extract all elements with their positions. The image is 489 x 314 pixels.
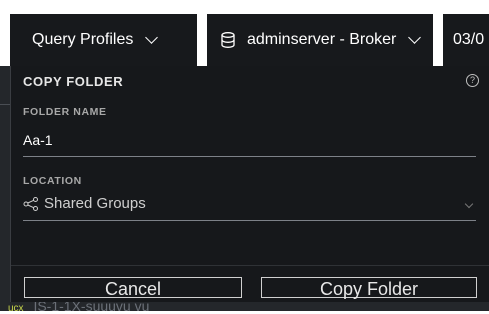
chevron-down-icon bbox=[145, 31, 159, 44]
dialog-title: COPY FOLDER bbox=[23, 74, 124, 89]
folder-name-label: FOLDER NAME bbox=[23, 106, 107, 118]
folder-name-input[interactable]: Aa-1 bbox=[23, 132, 53, 148]
query-profiles-dropdown[interactable]: Query Profiles bbox=[10, 14, 197, 66]
date-label: 03/0 bbox=[453, 31, 485, 48]
query-profiles-label: Query Profiles bbox=[32, 31, 134, 48]
location-value: Shared Groups bbox=[44, 195, 146, 212]
background-divider bbox=[0, 104, 10, 105]
database-icon bbox=[221, 32, 235, 48]
cancel-button[interactable]: Cancel bbox=[24, 277, 242, 299]
chevron-down-icon bbox=[408, 31, 422, 44]
chevron-down-icon bbox=[464, 199, 474, 209]
background-row-tag: ucx bbox=[8, 303, 24, 314]
topbar: Query Profiles adminserver - Broker 03/0 bbox=[0, 0, 489, 66]
help-icon[interactable]: ? bbox=[466, 74, 479, 87]
date-range-button[interactable]: 03/0 bbox=[443, 14, 489, 66]
copy-folder-button[interactable]: Copy Folder bbox=[261, 277, 477, 299]
location-label: LOCATION bbox=[23, 175, 82, 187]
folder-name-underline bbox=[23, 156, 476, 157]
dialog-footer-divider bbox=[11, 265, 489, 266]
copy-folder-dialog: COPY FOLDER ? FOLDER NAME Aa-1 LOCATION … bbox=[10, 66, 489, 302]
share-icon bbox=[23, 197, 38, 211]
server-dropdown[interactable]: adminserver - Broker bbox=[207, 14, 433, 66]
location-underline bbox=[23, 220, 476, 221]
location-select[interactable]: Shared Groups bbox=[23, 195, 476, 215]
server-label: adminserver - Broker bbox=[247, 31, 397, 48]
